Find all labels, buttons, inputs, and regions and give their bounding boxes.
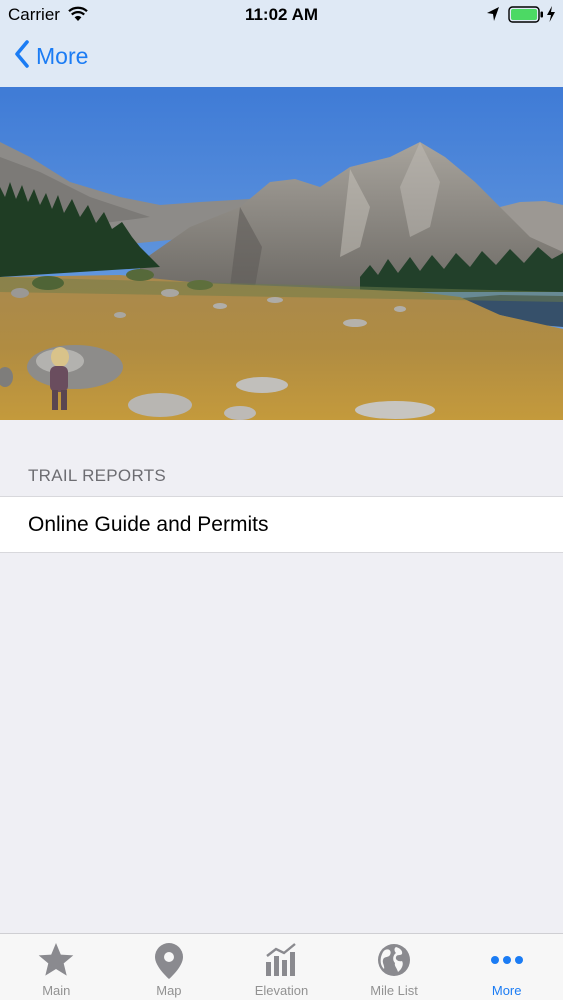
tab-more[interactable]: More <box>450 934 563 1000</box>
tab-label: More <box>491 983 522 998</box>
status-time: 11:02 AM <box>244 5 319 24</box>
tab-mile-list[interactable]: Mile List <box>338 934 451 1000</box>
globe-icon <box>376 942 412 983</box>
location-arrow-icon <box>486 6 500 27</box>
tab-label: Main <box>42 983 71 998</box>
tab-label: Elevation <box>254 983 309 998</box>
battery-icon <box>508 6 544 28</box>
navigation-bar: More <box>0 30 563 87</box>
star-icon <box>37 942 75 983</box>
section-header-trail-reports: TRAIL REPORTS <box>28 466 167 485</box>
list-item-online-guide-and-permits[interactable]: Online Guide and Permits <box>0 496 563 553</box>
list-item-label: Online Guide and Permits <box>28 513 269 536</box>
more-dots-icon <box>489 942 525 983</box>
charging-bolt-icon <box>546 6 556 27</box>
tab-main[interactable]: Main <box>0 934 113 1000</box>
tab-label: Mile List <box>370 983 418 998</box>
tab-map[interactable]: Map <box>113 934 226 1000</box>
chevron-left-icon <box>14 39 30 73</box>
back-button[interactable]: More <box>14 39 89 73</box>
tab-label: Map <box>156 983 182 998</box>
tab-elevation[interactable]: Elevation <box>225 934 338 1000</box>
status-bar: Carrier 11:02 AM <box>0 0 563 30</box>
map-pin-icon <box>153 942 185 985</box>
bar-chart-icon <box>264 942 298 983</box>
tab-bar: Main Map Elevation Mile List More <box>0 933 563 1000</box>
hero-image <box>0 87 563 420</box>
back-button-label: More <box>36 42 89 69</box>
